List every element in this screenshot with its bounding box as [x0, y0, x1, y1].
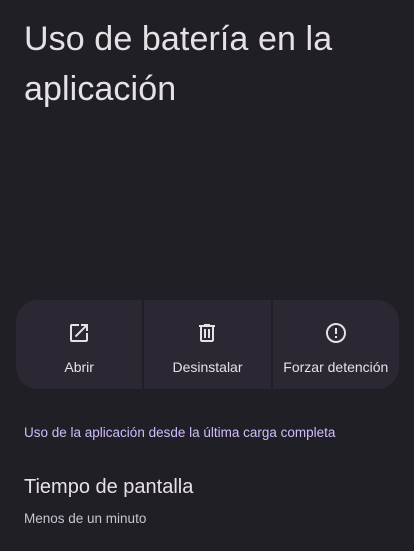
force-stop-button[interactable]: Forzar detención	[270, 300, 399, 389]
open-in-new-icon	[70, 324, 89, 342]
alert-circle-icon	[325, 323, 346, 343]
screen-time-value: Menos de un minuto	[24, 511, 147, 526]
app-actions-bar: Abrir Desinstalar Forzar detención	[16, 300, 399, 389]
uninstall-button-label: Desinstalar	[172, 359, 243, 375]
page-title: Uso de batería en la aplicación	[24, 20, 333, 108]
usage-since-full-charge-header: Uso de la aplicación desde la última car…	[24, 425, 336, 440]
open-button-label: Abrir	[64, 359, 94, 375]
trash-icon	[199, 324, 216, 342]
screen-time-title[interactable]: Tiempo de pantalla	[24, 476, 193, 499]
open-button[interactable]: Abrir	[16, 300, 142, 389]
uninstall-button[interactable]: Desinstalar	[142, 300, 270, 389]
force-stop-button-label: Forzar detención	[283, 359, 389, 375]
